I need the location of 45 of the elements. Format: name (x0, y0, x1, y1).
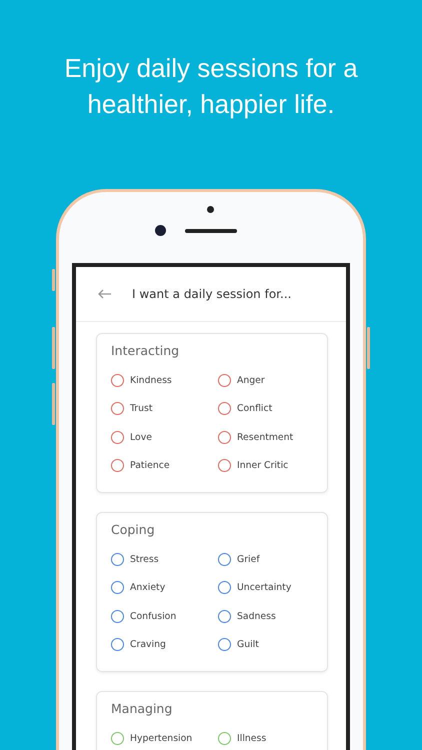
radio-button[interactable] (111, 374, 124, 387)
category-title: Interacting (111, 343, 180, 358)
option-label[interactable]: Hypertension (130, 732, 192, 744)
radio-button[interactable] (218, 581, 231, 594)
option-label[interactable]: Patience (130, 460, 170, 472)
option-label[interactable]: Anxiety (130, 582, 166, 594)
radio-button[interactable] (111, 610, 124, 623)
radio-button[interactable] (218, 638, 231, 652)
option-label[interactable]: Resentment (237, 432, 294, 443)
sensor-icon (207, 206, 214, 213)
radio-button[interactable] (111, 402, 124, 416)
screen-title: I want a daily session for... (132, 287, 292, 301)
option-label[interactable]: Conflict (237, 403, 272, 414)
radio-button[interactable] (111, 732, 124, 745)
radio-button[interactable] (111, 459, 124, 472)
radio-button[interactable] (218, 402, 231, 416)
option-label[interactable]: Guilt (237, 639, 259, 650)
headline: Enjoy daily sessions for a healthier, happier life. (63, 52, 359, 121)
category-title: Coping (111, 522, 156, 537)
radio-button[interactable] (111, 638, 124, 652)
speaker-icon (185, 229, 237, 233)
option-label[interactable]: Uncertainty (237, 582, 292, 594)
option-label[interactable]: Illness (237, 732, 266, 744)
option-label[interactable]: Kindness (130, 374, 172, 386)
option-label[interactable]: Love (130, 432, 152, 443)
option-label[interactable]: Anger (237, 374, 265, 386)
option-label[interactable]: Trust (130, 403, 153, 414)
option-label[interactable]: Stress (130, 554, 159, 565)
camera-icon (155, 225, 166, 236)
option-label[interactable]: Sadness (237, 610, 276, 622)
radio-button[interactable] (218, 732, 231, 745)
radio-button[interactable] (218, 374, 231, 387)
radio-button[interactable] (218, 610, 231, 623)
option-label[interactable]: Inner Critic (237, 460, 288, 472)
radio-button[interactable] (218, 552, 231, 566)
option-label[interactable]: Grief (237, 554, 260, 565)
back-arrow-icon[interactable] (98, 289, 112, 299)
category-title: Managing (111, 701, 174, 716)
radio-button[interactable] (218, 430, 231, 444)
option-label[interactable]: Craving (130, 639, 166, 650)
radio-button[interactable] (111, 552, 124, 566)
radio-button[interactable] (218, 459, 231, 472)
radio-button[interactable] (111, 581, 124, 594)
radio-button[interactable] (111, 430, 124, 444)
option-label[interactable]: Confusion (130, 610, 176, 622)
